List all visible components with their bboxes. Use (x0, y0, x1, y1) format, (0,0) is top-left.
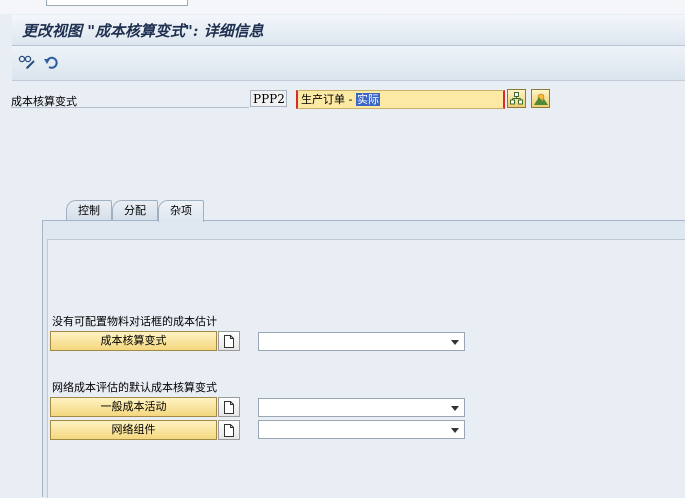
page-title: 更改视图 "成本核算变式": 详细信息 (22, 22, 264, 40)
chevron-down-icon (451, 340, 459, 345)
network-component-button[interactable]: 网络组件 (50, 420, 217, 440)
label-underline (11, 107, 249, 108)
chevron-down-icon (451, 406, 459, 411)
glasses-edit-icon[interactable] (18, 53, 36, 71)
tab-panel-content (47, 239, 685, 498)
costing-variant-code: PPP2 (250, 90, 287, 107)
tab-miscellaneous[interactable]: 杂项 (158, 200, 204, 222)
tab-assignment[interactable]: 分配 (112, 200, 158, 221)
undo-icon[interactable] (42, 53, 60, 71)
costing-variant-dropdown[interactable] (258, 332, 465, 351)
section-heading-estimate: 没有可配置物料对话框的成本估计 (52, 315, 217, 328)
tab-control[interactable]: 控制 (66, 200, 112, 221)
description-selected-text: 实际 (355, 93, 380, 106)
document-icon[interactable] (218, 420, 240, 440)
general-cost-activity-button[interactable]: 一般成本活动 (50, 397, 217, 417)
document-icon[interactable] (218, 397, 240, 417)
landscape-icon[interactable] (531, 89, 550, 108)
description-text: 生产订单 - (301, 93, 356, 106)
document-icon[interactable] (218, 331, 240, 351)
network-component-dropdown[interactable] (258, 420, 465, 439)
tab-panel (42, 220, 685, 498)
command-field[interactable] (46, 0, 188, 6)
section-heading-network: 网络成本评估的默认成本核算变式 (52, 381, 217, 394)
costing-variant-button[interactable]: 成本核算变式 (50, 331, 217, 351)
chevron-down-icon (451, 428, 459, 433)
costing-variant-description-input[interactable]: 生产订单 - 实际 (296, 90, 505, 109)
general-cost-activity-dropdown[interactable] (258, 398, 465, 417)
hierarchy-icon[interactable] (507, 89, 526, 108)
application-toolbar (12, 46, 685, 81)
top-strip (0, 0, 685, 14)
title-bar: 更改视图 "成本核算变式": 详细信息 (12, 15, 685, 46)
